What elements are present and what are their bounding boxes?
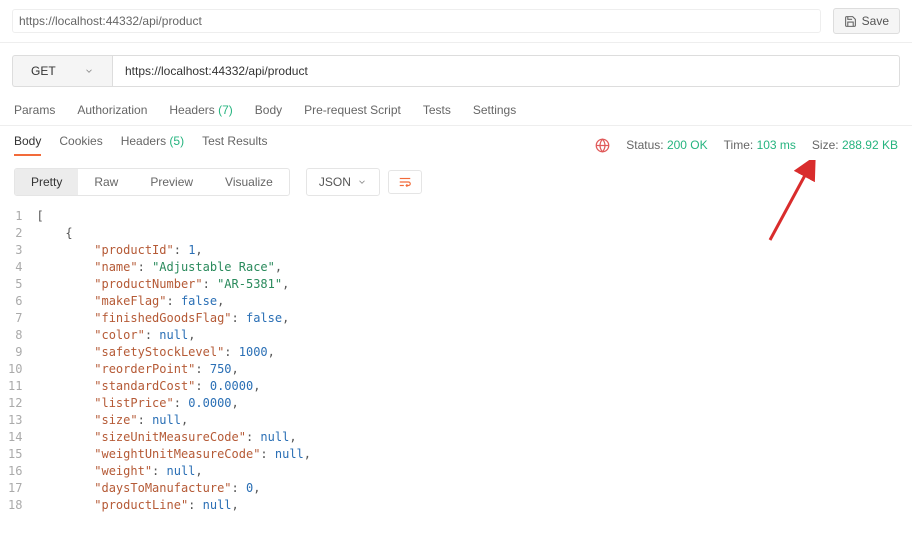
tab-tests[interactable]: Tests <box>423 103 451 117</box>
tab-headers[interactable]: Headers (7) <box>169 103 232 117</box>
tab-params[interactable]: Params <box>14 103 55 117</box>
method-select[interactable]: GET <box>12 55 112 87</box>
network-icon[interactable] <box>595 138 610 153</box>
resp-tab-headers[interactable]: Headers (5) <box>121 134 184 156</box>
size-block: Size: 288.92 KB <box>812 138 898 152</box>
view-preview[interactable]: Preview <box>134 169 209 195</box>
tab-settings[interactable]: Settings <box>473 103 516 117</box>
wrap-lines-button[interactable] <box>388 170 422 194</box>
time-block: Time: 103 ms <box>724 138 796 152</box>
save-button-label: Save <box>862 14 889 28</box>
view-mode-tabs: Pretty Raw Preview Visualize <box>14 168 290 196</box>
format-select[interactable]: JSON <box>306 168 380 196</box>
resp-tab-body[interactable]: Body <box>14 134 41 156</box>
method-value: GET <box>31 64 56 78</box>
save-icon <box>844 15 857 28</box>
resp-tab-testresults[interactable]: Test Results <box>202 134 267 156</box>
response-body[interactable]: 123456789101112131415161718 [ { "product… <box>0 204 912 518</box>
tab-body[interactable]: Body <box>255 103 282 117</box>
request-tab-title[interactable]: https://localhost:44332/api/product <box>12 9 821 33</box>
url-input[interactable] <box>112 55 900 87</box>
chevron-down-icon <box>84 66 94 76</box>
resp-tab-cookies[interactable]: Cookies <box>59 134 102 156</box>
chevron-down-icon <box>357 177 367 187</box>
view-visualize[interactable]: Visualize <box>209 169 289 195</box>
save-button[interactable]: Save <box>833 8 900 34</box>
tab-authorization[interactable]: Authorization <box>77 103 147 117</box>
view-raw[interactable]: Raw <box>78 169 134 195</box>
line-gutter: 123456789101112131415161718 <box>4 204 36 518</box>
view-pretty[interactable]: Pretty <box>15 169 78 195</box>
status-block: Status: 200 OK <box>626 138 707 152</box>
tab-prerequest[interactable]: Pre-request Script <box>304 103 401 117</box>
code-content: [ { "productId": 1, "name": "Adjustable … <box>36 204 311 518</box>
